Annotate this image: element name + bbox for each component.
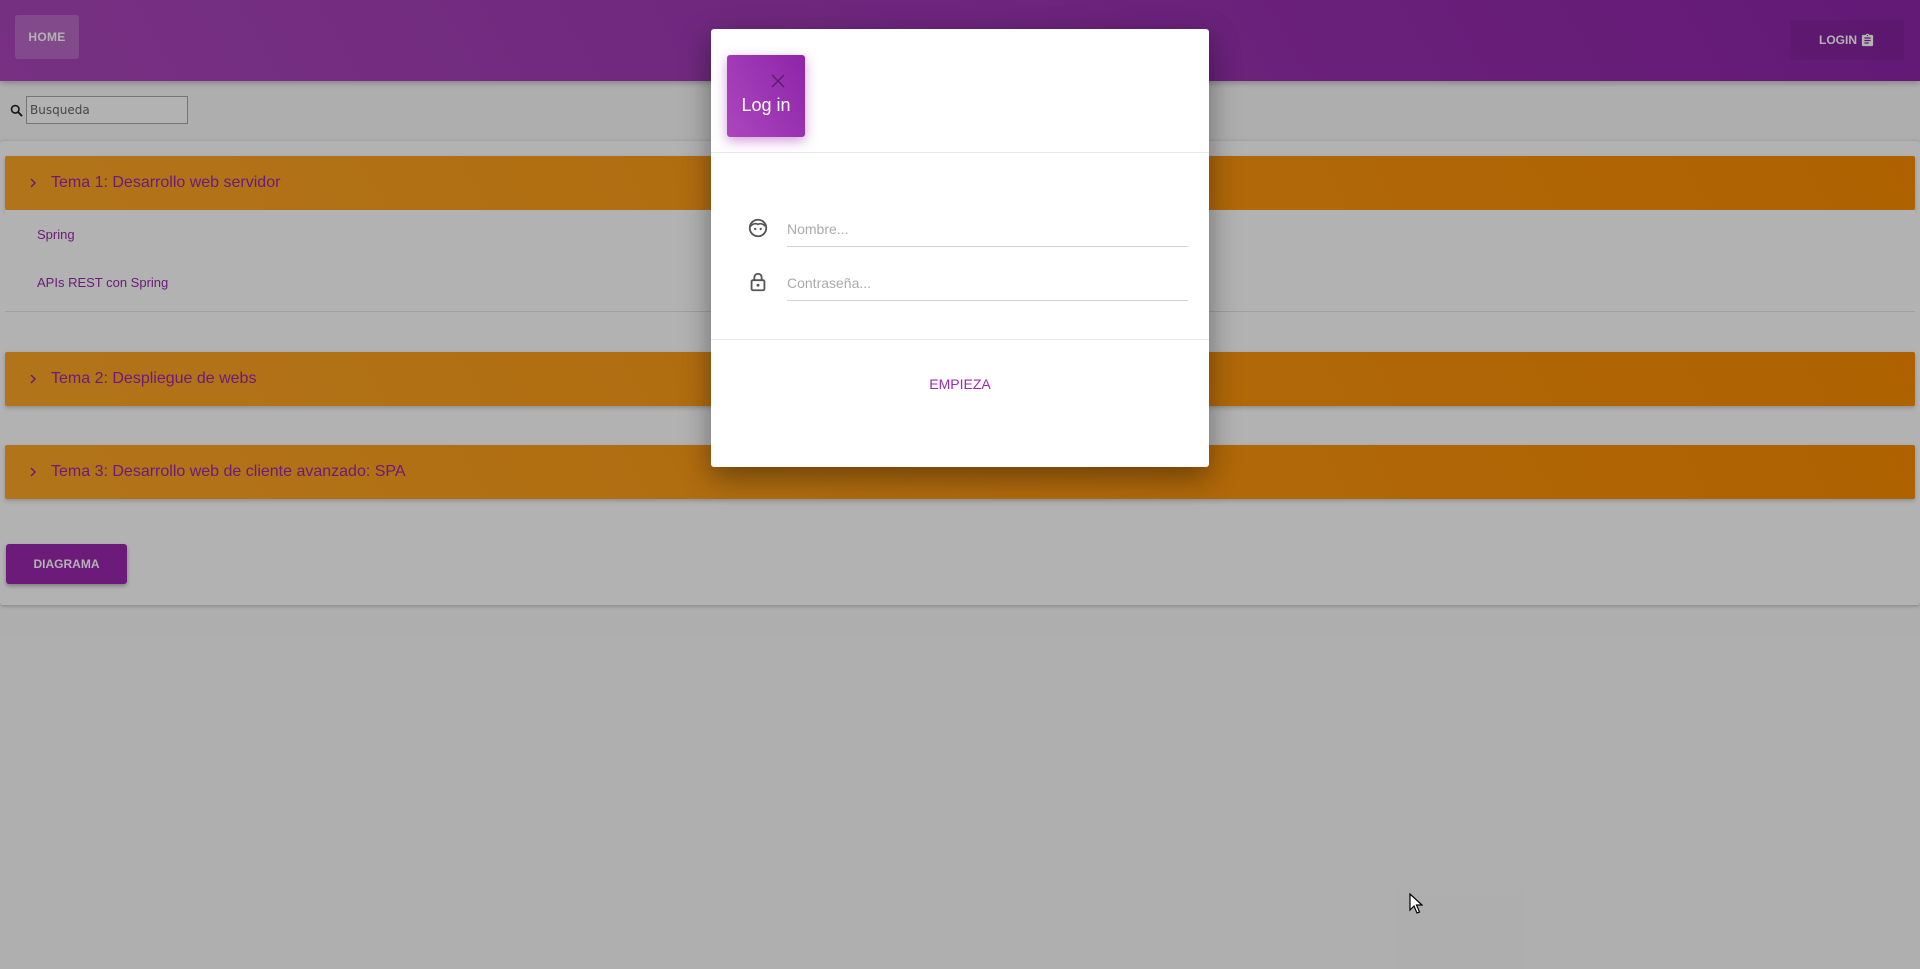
face-icon xyxy=(748,218,768,238)
lock-icon xyxy=(750,272,766,292)
name-field-row xyxy=(747,211,1188,247)
divider xyxy=(711,339,1209,340)
close-icon[interactable] xyxy=(770,73,786,89)
modal-header-tile: Log in xyxy=(727,55,805,137)
password-input[interactable] xyxy=(787,265,1188,301)
empieza-button[interactable]: EMPIEZA xyxy=(711,376,1209,392)
password-field-row xyxy=(747,265,1188,301)
divider xyxy=(711,152,1209,153)
modal-title: Log in xyxy=(741,95,791,115)
name-input[interactable] xyxy=(787,211,1188,247)
mouse-cursor-icon xyxy=(1409,893,1423,914)
login-modal: Log in EMPIEZA xyxy=(711,29,1209,467)
